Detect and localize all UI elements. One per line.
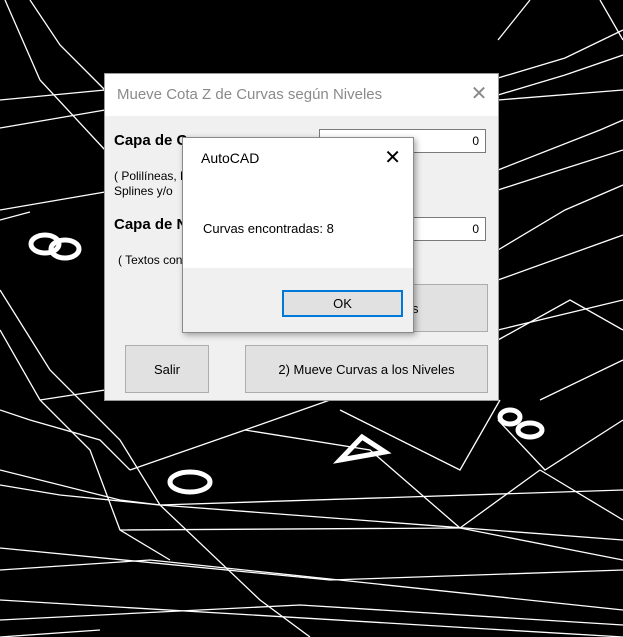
move-curves-button[interactable]: 2) Mueve Curvas a los Niveles bbox=[245, 345, 488, 393]
message-box-title: AutoCAD bbox=[201, 150, 260, 166]
main-dialog-titlebar[interactable]: Mueve Cota Z de Curvas según Niveles ✕ bbox=[105, 74, 498, 116]
message-box-body: AutoCAD ✕ Curvas encontradas: 8 bbox=[183, 138, 413, 268]
exit-button[interactable]: Salir bbox=[125, 345, 209, 393]
curves-layer-hint-2: Splines y/o bbox=[114, 184, 173, 198]
autocad-message-box: AutoCAD ✕ Curvas encontradas: 8 OK bbox=[182, 137, 414, 333]
message-text: Curvas encontradas: 8 bbox=[203, 221, 334, 236]
close-icon[interactable]: ✕ bbox=[384, 147, 401, 169]
close-icon[interactable]: ✕ bbox=[468, 83, 490, 105]
ok-button[interactable]: OK bbox=[282, 290, 403, 317]
main-dialog-title: Mueve Cota Z de Curvas según Niveles bbox=[117, 86, 383, 103]
